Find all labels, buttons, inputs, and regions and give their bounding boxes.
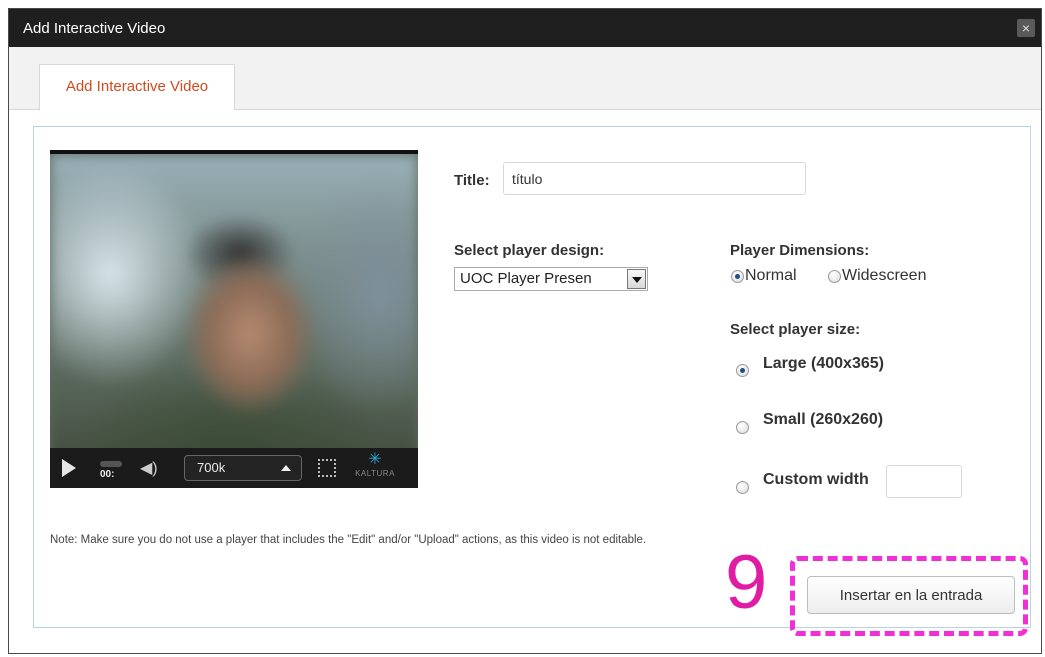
close-icon[interactable]: ×: [1017, 19, 1035, 37]
note-text: Note: Make sure you do not use a player …: [50, 534, 647, 546]
title-input[interactable]: [503, 162, 806, 195]
time-display: 00:: [100, 469, 115, 480]
radio-widescreen[interactable]: [828, 270, 841, 283]
custom-width-input[interactable]: [886, 465, 962, 498]
fullscreen-icon[interactable]: [318, 459, 336, 477]
play-icon[interactable]: [62, 459, 76, 477]
quality-value: 700k: [197, 460, 226, 475]
player-controls: 00: ◀) 700k ✳ KALTURA: [50, 448, 418, 488]
kaltura-star-icon: ✳: [368, 451, 382, 468]
chevron-up-icon: [281, 465, 291, 471]
radio-widescreen-label: Widescreen: [842, 267, 927, 284]
tab-add-interactive-video[interactable]: Add Interactive Video: [39, 64, 235, 111]
radio-normal-label: Normal: [745, 267, 797, 284]
player-size-label: Select player size:: [730, 321, 861, 338]
radio-size-custom[interactable]: [736, 481, 749, 494]
dialog-title: Add Interactive Video: [23, 20, 166, 37]
radio-normal[interactable]: [731, 270, 744, 283]
add-interactive-video-dialog: Add Interactive Video × Add Interactive …: [8, 8, 1042, 654]
video-player[interactable]: 00: ◀) 700k ✳ KALTURA: [50, 150, 418, 488]
radio-size-custom-label: Custom width: [763, 471, 869, 488]
radio-size-large[interactable]: [736, 364, 749, 377]
video-preview-frame: [50, 154, 418, 488]
player-design-label: Select player design:: [454, 242, 605, 259]
volume-icon[interactable]: ◀): [140, 458, 168, 478]
player-design-value: UOC Player Presen: [460, 270, 592, 287]
step-annotation-number: 9: [725, 540, 768, 625]
player-design-select[interactable]: UOC Player Presen: [454, 267, 648, 291]
player-dimensions-label: Player Dimensions:: [730, 242, 870, 259]
radio-size-small[interactable]: [736, 421, 749, 434]
quality-selector[interactable]: 700k: [184, 455, 302, 481]
chevron-down-icon[interactable]: [627, 269, 646, 289]
content-panel: 00: ◀) 700k ✳ KALTURA Title: Select play…: [33, 126, 1031, 636]
scrubber[interactable]: [100, 461, 122, 467]
tab-strip: Add Interactive Video: [9, 47, 1041, 111]
dialog-titlebar: Add Interactive Video ×: [9, 9, 1041, 47]
radio-size-large-label: Large (400x365): [763, 355, 884, 372]
radio-size-small-label: Small (260x260): [763, 411, 884, 428]
kaltura-logo: ✳ KALTURA: [353, 451, 397, 485]
title-label: Title:: [454, 172, 490, 189]
kaltura-brand-text: KALTURA: [355, 469, 395, 478]
insert-button[interactable]: Insertar en la entrada: [807, 576, 1015, 614]
